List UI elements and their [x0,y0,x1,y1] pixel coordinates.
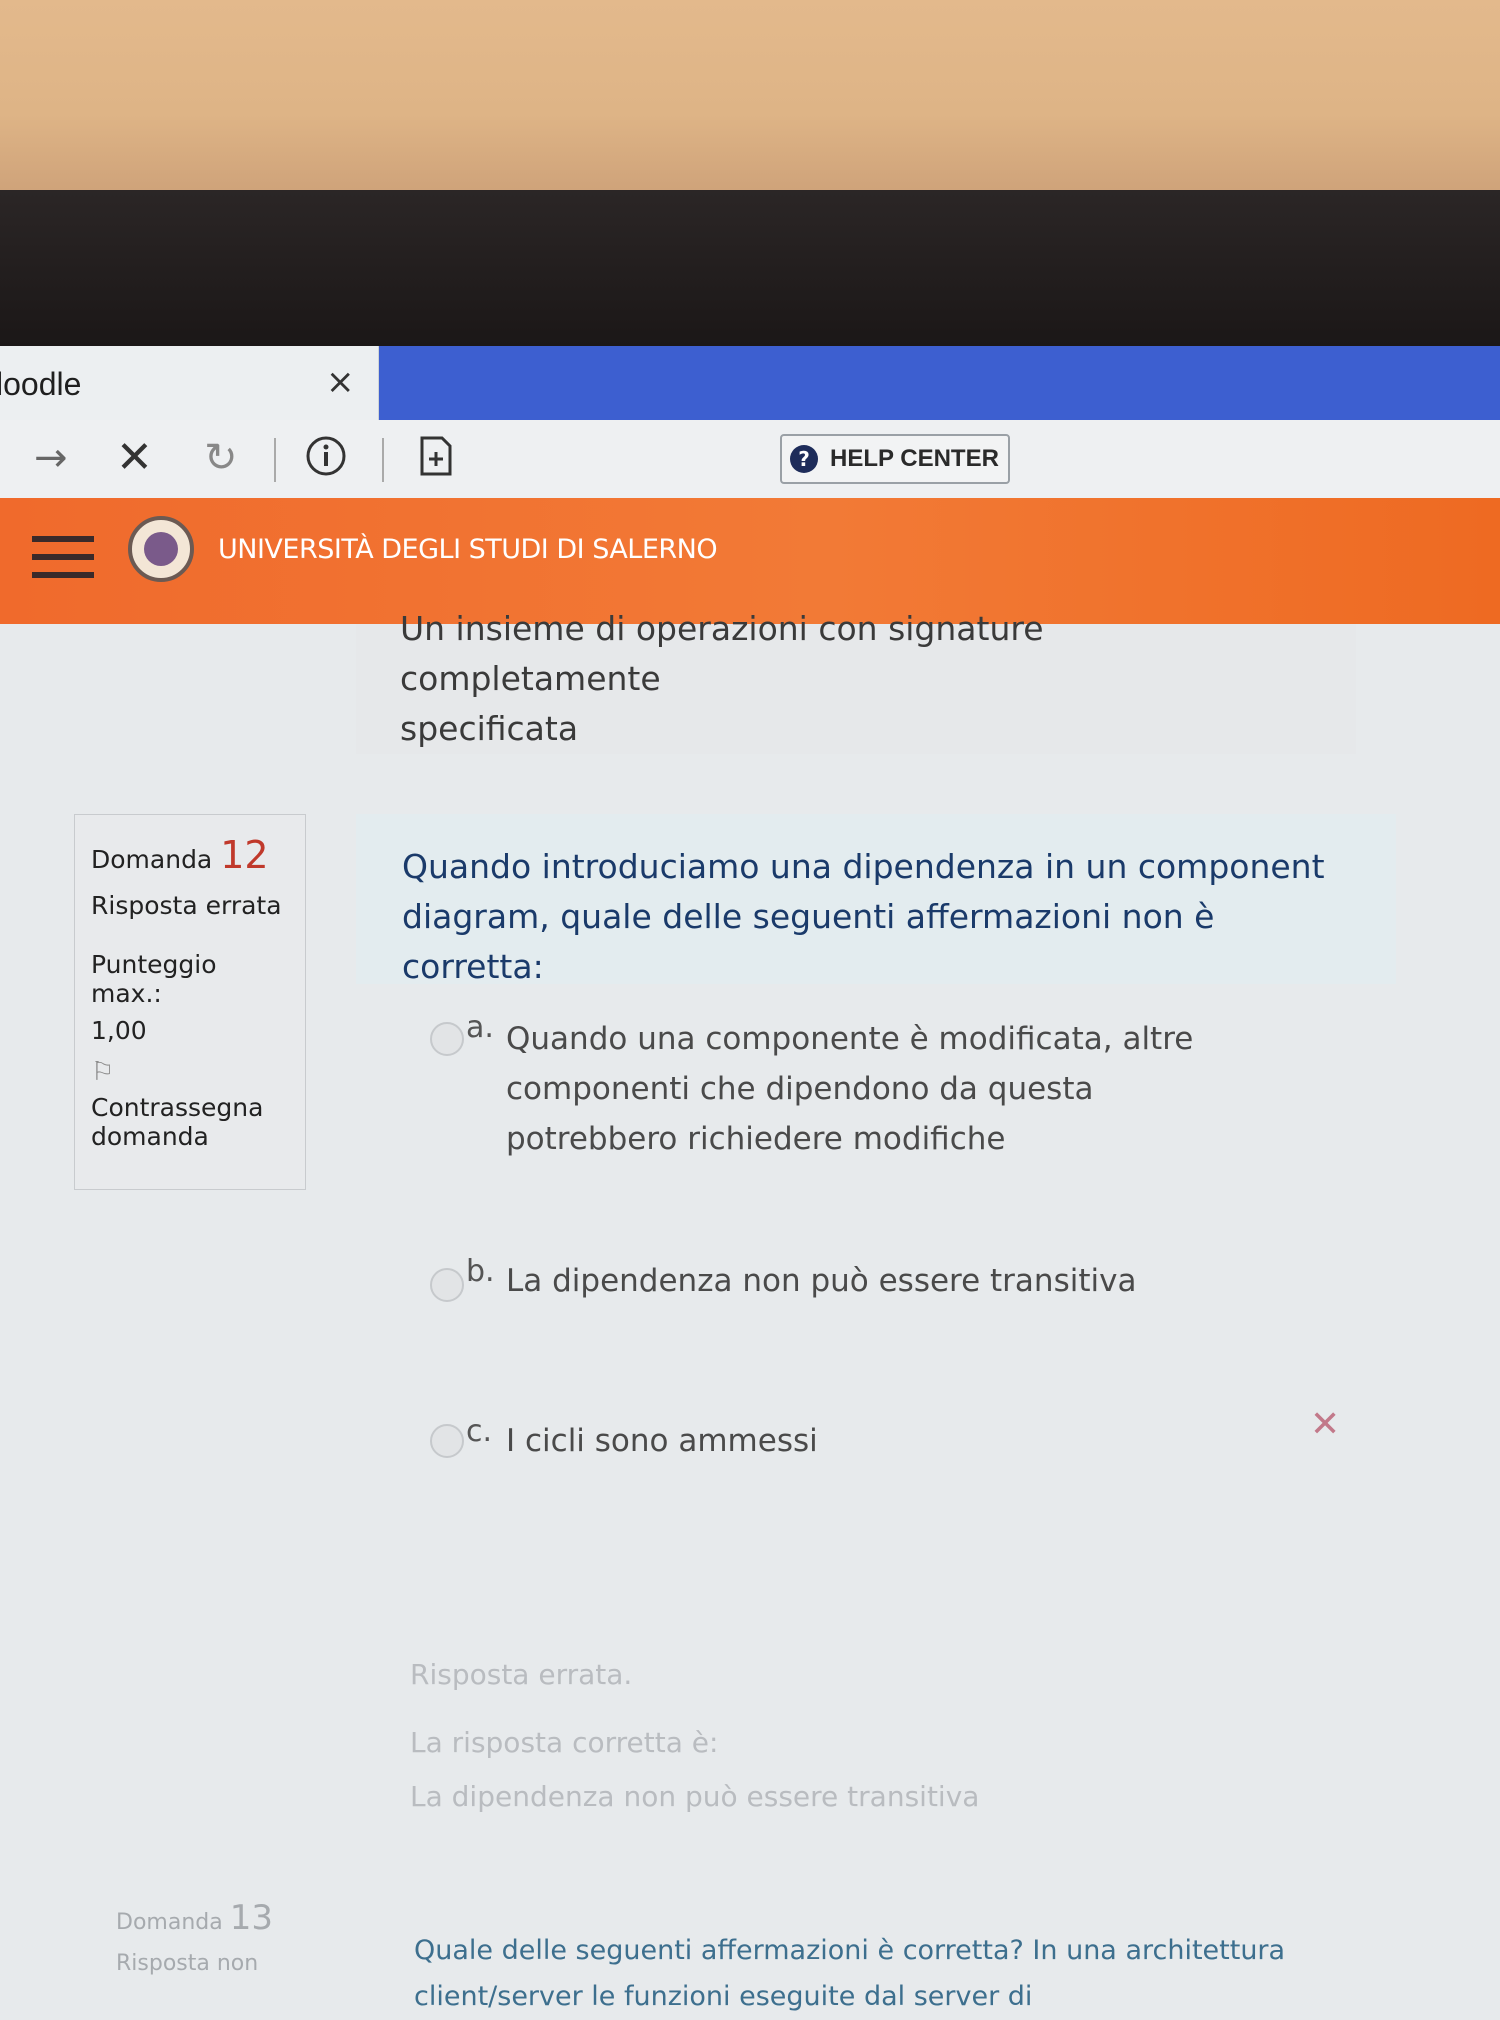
question-label: Domanda [116,1910,223,1935]
question-status: Risposta non [116,1951,259,1976]
question-label: Domanda [91,845,213,874]
previous-answer-line: specificata [400,709,579,748]
option-text: Quando una componente è modificata, altr… [506,1021,1194,1157]
previous-answer-block: Un insieme di operazioni con signature c… [356,609,1356,754]
quiz-content: Un insieme di operazioni con signature c… [0,609,1500,2012]
flag-label-line: domanda [91,1122,209,1151]
option-letter: a. [466,1010,494,1045]
add-page-icon[interactable] [418,434,454,487]
browser-toolbar: → ✕ ↻ ? HELP CENTER [0,420,1500,499]
question-13-text: Quale delle seguenti affermazioni è corr… [414,1935,1286,2012]
desk-background [0,0,1500,190]
score-value: 1,00 [91,1016,147,1045]
question-text-box: Quando introduciamo una dipendenza in un… [356,814,1396,986]
radio-button-a[interactable] [430,1022,464,1056]
option-letter: b. [466,1254,495,1289]
question-info-box: Domanda 12 Risposta errata Punteggio max… [74,814,306,1190]
browser-tab[interactable]: loodle × [0,346,379,420]
flag-label-line: Contrassegna [91,1093,264,1122]
forward-icon[interactable]: → [34,436,68,480]
close-icon[interactable]: × [326,362,355,402]
incorrect-icon: ✕ [1310,1404,1341,1445]
feedback-correct-intro: La risposta corretta è: [410,1726,719,1759]
question-13-info: Domanda 13 Risposta non [116,1898,273,1990]
reload-icon[interactable]: ↻ [204,436,238,480]
answer-option-a[interactable]: a. Quando una componente è modificata, a… [430,1002,1330,1162]
tab-title: loodle [0,366,82,402]
feedback-block: Risposta errata. La risposta corretta è:… [410,1648,1210,1824]
help-center-button[interactable]: ? HELP CENTER [780,434,1010,484]
answer-option-c[interactable]: c. I cicli sono ammessi [430,1414,1330,1474]
question-number: 12 [220,833,269,877]
question-number: 13 [229,1898,273,1938]
flag-icon[interactable]: ⚐ [91,1057,289,1087]
question-text: Quando introduciamo una dipendenza in un… [402,847,1325,986]
score-label: Punteggio max.: [91,950,217,1008]
info-icon[interactable] [304,434,348,487]
feedback-status: Risposta errata. [410,1658,633,1691]
menu-icon[interactable] [32,536,94,590]
help-center-label: HELP CENTER [830,445,999,472]
feedback-correct-text: La dipendenza non può essere transitiva [410,1780,980,1813]
help-icon: ? [790,445,818,473]
question-status: Risposta errata [91,891,282,920]
radio-button-c[interactable] [430,1424,464,1458]
radio-button-b[interactable] [430,1268,464,1302]
university-logo[interactable] [128,516,194,582]
question-number-label: Domanda 12 [91,833,289,877]
previous-answer-line: Un insieme di operazioni con signature c… [400,609,1044,698]
flag-question-link[interactable]: Contrassegna domanda [91,1093,289,1151]
stop-icon[interactable]: ✕ [116,436,153,480]
toolbar-separator [274,438,276,482]
answer-option-b[interactable]: b. La dipendenza non può essere transiti… [430,1254,1330,1314]
option-letter: c. [466,1414,493,1449]
monitor-bezel [0,190,1500,346]
option-text: La dipendenza non può essere transitiva [506,1263,1137,1299]
site-name[interactable]: UNIVERSITÀ DEGLI STUDI DI SALERNO [218,534,718,565]
previous-answer-text: Un insieme di operazioni con signature c… [400,604,1300,754]
toolbar-separator [382,438,384,482]
browser-tab-bar: loodle × [0,346,1500,420]
option-text: I cicli sono ammessi [506,1423,818,1459]
